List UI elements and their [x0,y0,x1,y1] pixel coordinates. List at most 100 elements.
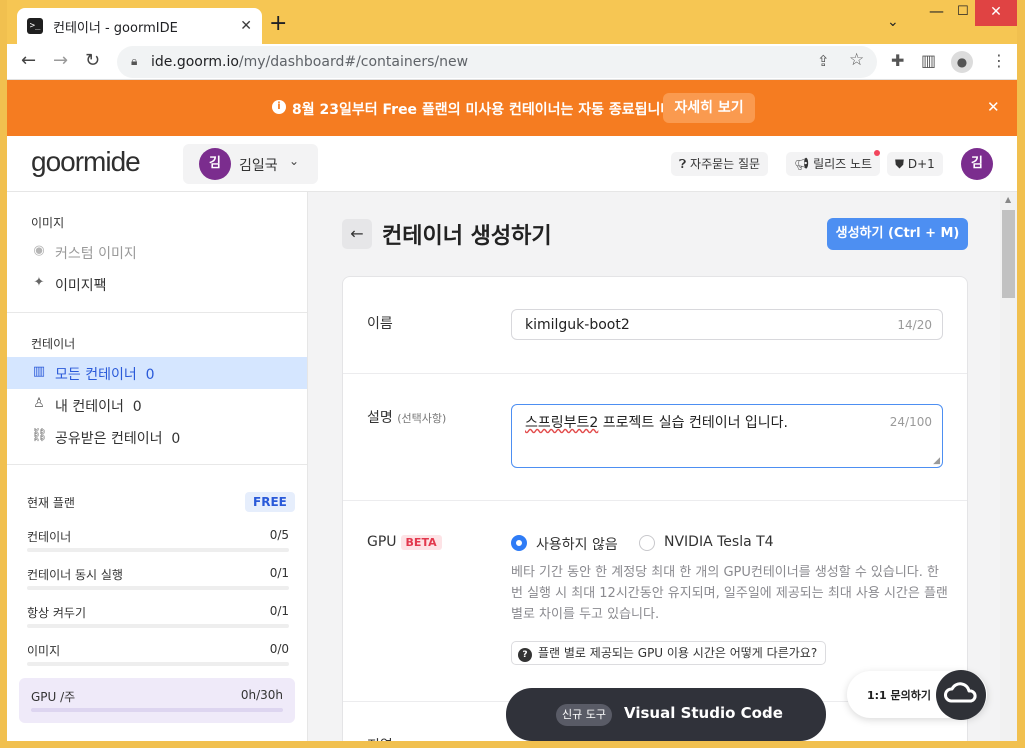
region-label: 지역 [367,735,393,741]
workspace-switcher[interactable]: 김 김일국 ⌄ [183,144,318,184]
description-counter: 24/100 [889,415,932,429]
label-text: 내 컨테이너 [55,399,124,415]
extensions-puzzle-icon[interactable]: ✚ [891,51,904,70]
divider [7,312,307,313]
share-icon[interactable]: ⇪ [817,52,830,70]
usage-label: 컨테이너 [27,530,72,544]
banner-details-button[interactable]: 자세히 보기 [663,93,755,123]
question-circle-icon: ❓︎ [679,157,687,171]
chevron-down-icon: ⌄ [764,706,775,720]
avatar: 김 [199,148,231,180]
usage-value: 0/1 [269,566,289,580]
back-arrow-button[interactable]: ← [342,219,372,249]
sidebar-item-my-containers[interactable]: ♙ 내 컨테이너 0 [7,389,307,421]
user-icon: ♙ [33,396,45,411]
address-bar[interactable]: 🔒︎ ide.goorm.io/my/dashboard#/containers… [117,46,877,78]
usage-bar [27,624,289,628]
workspace-name: 김일국 [239,158,278,174]
custom-image-icon: ◉ [33,243,45,258]
sidebar-section-containers: 컨테이너 [31,337,76,351]
description-rest: 프로젝트 실습 컨테이너 입니다. [598,415,789,431]
usage-label: 이미지 [27,644,61,658]
dday-label: D+1 [907,157,935,171]
scroll-thumb[interactable] [1002,210,1015,298]
spellcheck-word: 스프링부트2 [525,415,599,431]
label-text: 공유받은 컨테이너 [55,431,163,447]
sidebar-item-label: 이미지팩 [55,278,107,294]
close-tab-icon[interactable]: ✕ [240,18,252,34]
name-field[interactable]: kimilguk-boot2 14/20 [511,309,943,340]
browser-menu-icon[interactable]: ⋮ [991,51,1007,70]
url-text[interactable]: ide.goorm.io/my/dashboard#/containers/ne… [151,54,468,70]
usage-bar [27,586,289,590]
divider [343,373,967,374]
radio-label: 사용하지 않음 [536,537,618,553]
faq-button[interactable]: ❓︎ 자주묻는 질문 [671,152,769,176]
sidebar-item-label: 내 컨테이너 0 [55,396,142,416]
close-icon[interactable]: ✕ [987,98,1000,116]
scroll-up-icon[interactable]: ▲ [1005,195,1011,204]
lock-icon[interactable]: 🔒︎ [131,54,137,69]
back-arrow-icon[interactable]: ← [21,50,36,71]
main-content: ← 컨테이너 생성하기 생성하기 (Ctrl + M) 이름 kimilguk-… [308,192,1000,741]
name-label: 이름 [367,316,393,332]
usage-value: 0/1 [269,604,289,618]
name-value: kimilguk-boot2 [525,317,630,333]
reload-icon[interactable]: ↻ [85,50,100,71]
maximize-button[interactable]: ☐ [957,4,969,19]
usage-bar [31,708,283,712]
profile-icon[interactable]: ● [951,51,973,73]
sidebar-item-shared-containers[interactable]: ⛓︎ 공유받은 컨테이너 0 [7,421,307,453]
count: 0 [145,367,155,383]
url-host: ide.goorm.io [151,54,239,70]
side-panel-icon[interactable]: ▥ [921,51,936,70]
plan-badge[interactable]: FREE [245,492,295,512]
sidebar-item-custom-image[interactable]: ◉ 커스텀 이미지 [7,236,307,268]
faq-label: 자주묻는 질문 [690,157,761,171]
description-textarea[interactable]: 스프링부트2 프로젝트 실습 컨테이너 입니다. 24/100 ◢ [511,404,943,468]
radio-button[interactable] [639,535,655,551]
tab-strip: >_ 컨테이너 - goormIDE ✕ + ⌄ — ☐ ✕ [7,0,1017,44]
dday-badge[interactable]: ⛊ D+1 [887,152,943,176]
new-tool-badge: 신규 도구 [556,704,612,726]
usage-always-on: 항상 켜두기 0/1 [27,604,289,628]
label-text: 모든 컨테이너 [55,367,137,383]
user-avatar[interactable]: 김 [961,148,993,180]
usage-bar [27,548,289,552]
sidebar-item-label: 커스텀 이미지 [55,246,137,262]
release-notes-button[interactable]: 📢︎ 릴리즈 노트 [786,152,881,176]
vscode-tool-button[interactable]: 신규 도구 Visual Studio Code ⌄ [506,688,826,741]
close-window-button[interactable]: ✕ [975,0,1017,26]
description-label: 설명 (선택사항) [367,407,446,427]
usage-containers: 컨테이너 0/5 [27,528,289,552]
usage-value: 0/0 [269,642,289,656]
cloud-chat-icon[interactable] [936,670,986,720]
browser-tab[interactable]: >_ 컨테이너 - goormIDE ✕ [17,8,262,44]
resize-handle-icon[interactable]: ◢ [933,456,940,466]
page-title: 컨테이너 생성하기 [382,224,552,249]
create-button[interactable]: 생성하기 (Ctrl + M) [827,218,968,250]
page-scrollbar[interactable]: ▲ [1000,192,1017,741]
sidebar-section-images: 이미지 [31,216,65,230]
description-label-text: 설명 [367,410,393,426]
new-tab-button[interactable]: + [269,12,287,36]
minimize-button[interactable]: — [929,2,944,20]
banner-text: 8월 23일부터 Free 플랜의 미사용 컨테이너는 자동 종료됩니다. [292,102,679,118]
usage-images: 이미지 0/0 [27,642,289,666]
plan-title: 현재 플랜 [27,496,75,510]
name-counter: 14/20 [897,318,932,332]
forward-arrow-icon[interactable]: → [53,50,68,71]
inquiry-label: 1:1 문의하기 [867,689,932,702]
usage-value: 0/5 [269,528,289,542]
terminal-favicon-icon: >_ [27,18,43,34]
sidebar-item-all-containers[interactable]: ▥ 모든 컨테이너 0 [7,357,307,389]
sparkle-icon: ✦ [33,275,45,290]
goormide-logo[interactable]: goormide [31,146,141,178]
radio-button[interactable] [511,535,527,551]
cloud-icon [944,682,977,703]
sidebar-item-label: 공유받은 컨테이너 0 [55,428,180,448]
tab-search-chevron-icon[interactable]: ⌄ [887,14,899,30]
bookmark-star-icon[interactable]: ☆ [849,50,864,70]
gpu-help-link[interactable]: ? 플랜 별로 제공되는 GPU 이용 시간은 어떻게 다른가요? [511,641,827,665]
sidebar-item-imagepack[interactable]: ✦ 이미지팩 [7,268,307,300]
